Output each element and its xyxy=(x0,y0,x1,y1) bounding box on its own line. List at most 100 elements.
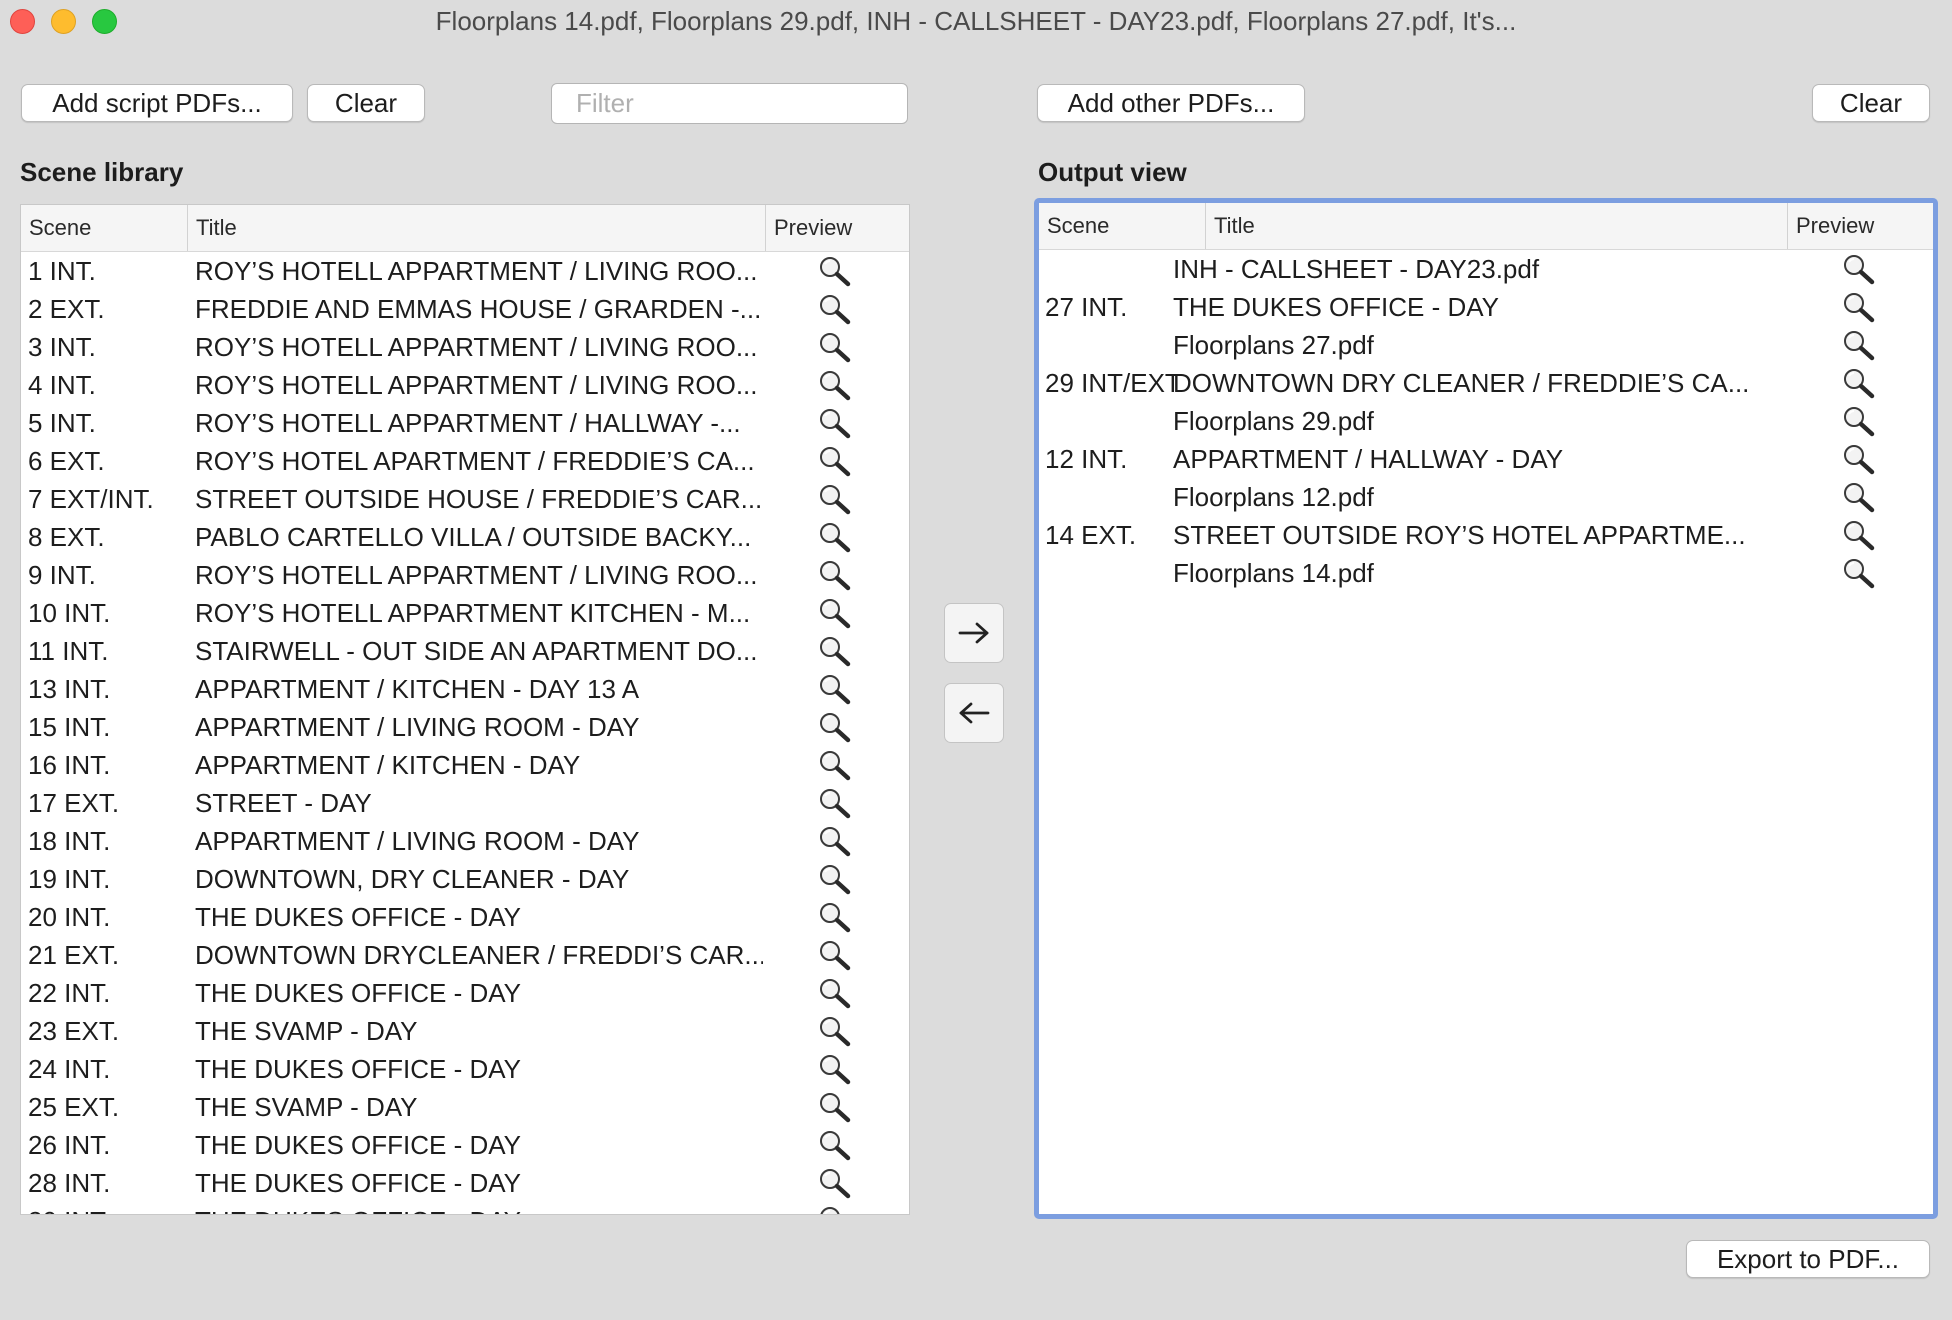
table-row[interactable]: 13 INT. APPARTMENT / KITCHEN - DAY 13 A xyxy=(21,670,909,708)
column-header-title[interactable]: Title xyxy=(1205,203,1787,249)
table-row[interactable]: 2 EXT. FREDDIE AND EMMAS HOUSE / GRARDEN … xyxy=(21,290,909,328)
output-view-label: Output view xyxy=(1038,157,1187,187)
column-header-preview[interactable]: Preview xyxy=(765,205,909,251)
table-row[interactable]: 17 EXT. STREET - DAY xyxy=(21,784,909,822)
output-view-table[interactable]: Scene Title Preview INH - CALLSHEET - DA… xyxy=(1034,198,1938,1219)
filter-input[interactable] xyxy=(574,87,913,120)
magnifier-icon[interactable] xyxy=(818,559,852,598)
magnifier-icon[interactable] xyxy=(1842,367,1876,406)
magnifier-icon[interactable] xyxy=(818,521,852,560)
table-row[interactable]: 16 INT. APPARTMENT / KITCHEN - DAY xyxy=(21,746,909,784)
magnifier-icon[interactable] xyxy=(818,407,852,446)
magnifier-icon[interactable] xyxy=(818,711,852,750)
table-row[interactable]: 25 EXT. THE SVAMP - DAY xyxy=(21,1088,909,1126)
table-row[interactable]: 1 INT. ROY’S HOTELL APPARTMENT / LIVING R… xyxy=(21,252,909,290)
magnifier-icon[interactable] xyxy=(818,1167,852,1206)
table-row[interactable]: 28 INT. THE DUKES OFFICE - DAY xyxy=(21,1164,909,1202)
scene-cell: 26 INT. xyxy=(28,1130,111,1160)
scene-library-rows: 1 INT. ROY’S HOTELL APPARTMENT / LIVING R… xyxy=(21,252,909,1214)
column-header-scene[interactable]: Scene xyxy=(21,205,187,251)
magnifier-icon[interactable] xyxy=(818,483,852,522)
filter-field[interactable] xyxy=(551,83,913,124)
magnifier-icon[interactable] xyxy=(818,939,852,978)
magnifier-icon[interactable] xyxy=(818,673,852,712)
magnifier-icon[interactable] xyxy=(1842,557,1876,596)
add-other-pdfs-button[interactable]: Add other PDFs... xyxy=(1037,84,1305,122)
table-row[interactable]: INH - CALLSHEET - DAY23.pdf xyxy=(1039,250,1933,288)
magnifier-icon[interactable] xyxy=(818,1053,852,1092)
export-to-pdf-button[interactable]: Export to PDF... xyxy=(1686,1240,1930,1278)
magnifier-icon[interactable] xyxy=(818,255,852,294)
table-row[interactable]: 7 EXT/INT. STREET OUTSIDE HOUSE / FREDDIE… xyxy=(21,480,909,518)
add-script-pdfs-button[interactable]: Add script PDFs... xyxy=(21,84,293,122)
table-row[interactable]: Floorplans 27.pdf xyxy=(1039,326,1933,364)
magnifier-icon[interactable] xyxy=(818,901,852,940)
title-cell: APPARTMENT / LIVING ROOM - DAY xyxy=(195,826,640,856)
magnifier-icon[interactable] xyxy=(1842,253,1876,292)
table-row[interactable]: 14 EXT. STREET OUTSIDE ROY’S HOTEL APPART… xyxy=(1039,516,1933,554)
table-row[interactable]: 10 INT. ROY’S HOTELL APPARTMENT KITCHEN -… xyxy=(21,594,909,632)
table-row[interactable]: 24 INT. THE DUKES OFFICE - DAY xyxy=(21,1050,909,1088)
column-header-title[interactable]: Title xyxy=(187,205,765,251)
table-row[interactable]: 29 INT/EXT DOWNTOWN DRY CLEANER / FREDDIE… xyxy=(1039,364,1933,402)
table-row[interactable]: 8 EXT. PABLO CARTELLO VILLA / OUTSIDE BAC… xyxy=(21,518,909,556)
table-row[interactable]: 21 EXT. DOWNTOWN DRYCLEANER / FREDDI’S CA… xyxy=(21,936,909,974)
magnifier-icon[interactable] xyxy=(818,749,852,788)
table-row[interactable]: 22 INT. THE DUKES OFFICE - DAY xyxy=(21,974,909,1012)
magnifier-icon[interactable] xyxy=(818,977,852,1016)
magnifier-icon[interactable] xyxy=(818,635,852,674)
table-row[interactable]: 27 INT. THE DUKES OFFICE - DAY xyxy=(1039,288,1933,326)
magnifier-icon[interactable] xyxy=(1842,443,1876,482)
table-row[interactable]: 4 INT. ROY’S HOTELL APPARTMENT / LIVING R… xyxy=(21,366,909,404)
magnifier-icon[interactable] xyxy=(1842,329,1876,368)
magnifier-icon[interactable] xyxy=(818,369,852,408)
magnifier-icon[interactable] xyxy=(1842,519,1876,558)
table-row[interactable]: 19 INT. DOWNTOWN, DRY CLEANER - DAY xyxy=(21,860,909,898)
title-cell: ROY’S HOTELL APPARTMENT KITCHEN - M... xyxy=(195,598,751,628)
table-row[interactable]: 15 INT. APPARTMENT / LIVING ROOM - DAY xyxy=(21,708,909,746)
column-header-scene[interactable]: Scene xyxy=(1039,203,1205,249)
title-cell: DOWNTOWN DRYCLEANER / FREDDI’S CAR... xyxy=(195,940,763,970)
magnifier-icon[interactable] xyxy=(818,863,852,902)
magnifier-icon[interactable] xyxy=(1842,291,1876,330)
move-to-library-button[interactable] xyxy=(944,683,1004,743)
table-row[interactable]: 20 INT. THE DUKES OFFICE - DAY xyxy=(21,898,909,936)
magnifier-icon[interactable] xyxy=(818,1129,852,1168)
scene-cell: 5 INT. xyxy=(28,408,96,438)
table-row[interactable]: 30 INT. THE DUKES OFFICE - DAY xyxy=(21,1202,909,1214)
magnifier-icon[interactable] xyxy=(818,1091,852,1130)
table-row[interactable]: 18 INT. APPARTMENT / LIVING ROOM - DAY xyxy=(21,822,909,860)
table-row[interactable]: 6 EXT. ROY’S HOTEL APARTMENT / FREDDIE’S … xyxy=(21,442,909,480)
scene-cell: 3 INT. xyxy=(28,332,96,362)
table-row[interactable]: Floorplans 12.pdf xyxy=(1039,478,1933,516)
table-row[interactable]: 3 INT. ROY’S HOTELL APPARTMENT / LIVING R… xyxy=(21,328,909,366)
magnifier-icon[interactable] xyxy=(818,825,852,864)
magnifier-icon[interactable] xyxy=(1842,405,1876,444)
clear-output-button[interactable]: Clear xyxy=(1812,84,1930,122)
table-row[interactable]: 9 INT. ROY’S HOTELL APPARTMENT / LIVING R… xyxy=(21,556,909,594)
scene-library-table[interactable]: Scene Title Preview 1 INT. ROY’S HOTELL A… xyxy=(20,204,910,1215)
table-row[interactable]: 26 INT. THE DUKES OFFICE - DAY xyxy=(21,1126,909,1164)
magnifier-icon[interactable] xyxy=(818,1015,852,1054)
table-row[interactable]: 5 INT. ROY’S HOTELL APPARTMENT / HALLWAY … xyxy=(21,404,909,442)
table-row[interactable]: 23 EXT. THE SVAMP - DAY xyxy=(21,1012,909,1050)
magnifier-icon[interactable] xyxy=(818,597,852,636)
magnifier-icon[interactable] xyxy=(1842,481,1876,520)
clear-library-button[interactable]: Clear xyxy=(307,84,425,122)
title-cell: DOWNTOWN, DRY CLEANER - DAY xyxy=(195,864,630,894)
table-row[interactable]: 12 INT. APPARTMENT / HALLWAY - DAY xyxy=(1039,440,1933,478)
table-row[interactable]: Floorplans 14.pdf xyxy=(1039,554,1933,592)
column-header-preview[interactable]: Preview xyxy=(1787,203,1933,249)
scene-cell: 21 EXT. xyxy=(28,940,120,970)
title-cell: THE DUKES OFFICE - DAY xyxy=(195,1168,521,1198)
table-row[interactable]: Floorplans 29.pdf xyxy=(1039,402,1933,440)
move-to-output-button[interactable] xyxy=(944,603,1004,663)
magnifier-icon[interactable] xyxy=(818,293,852,332)
magnifier-icon[interactable] xyxy=(818,331,852,370)
table-row[interactable]: 11 INT. STAIRWELL - OUT SIDE AN APARTMENT… xyxy=(21,632,909,670)
magnifier-icon[interactable] xyxy=(818,445,852,484)
title-cell: THE DUKES OFFICE - DAY xyxy=(1173,292,1499,322)
magnifier-icon[interactable] xyxy=(818,787,852,826)
arrow-left-icon xyxy=(959,702,990,724)
magnifier-icon[interactable] xyxy=(818,1205,852,1214)
